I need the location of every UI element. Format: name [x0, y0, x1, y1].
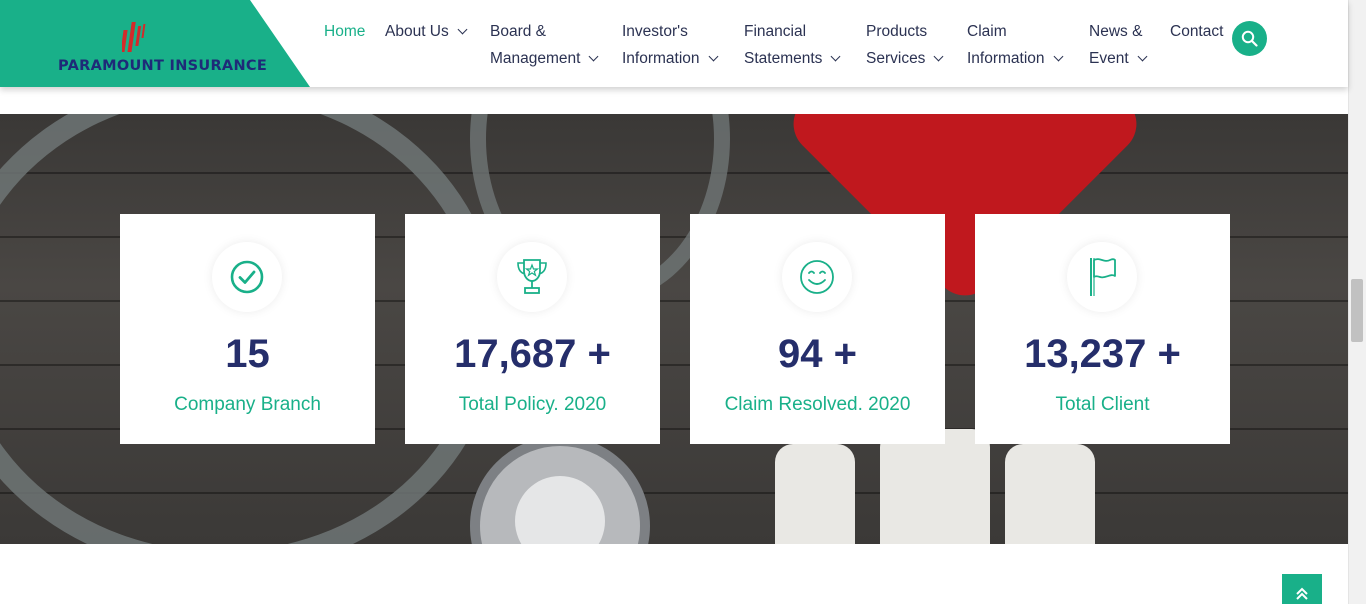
stat-icon-holder [782, 242, 852, 312]
chevron-down-icon [708, 51, 718, 62]
nav-board-management[interactable]: Board & Management [490, 18, 599, 72]
brand-name[interactable]: PARAMOUNT INSURANCE [58, 58, 267, 74]
nav-about-label: About Us [385, 23, 449, 40]
logo-mark-icon [122, 22, 146, 52]
nav-claim-label-2: Information [967, 50, 1045, 67]
stat-value: 17,687 + [454, 332, 611, 376]
search-icon [1241, 30, 1258, 47]
nav-investor-label-1: Investor's [622, 23, 688, 40]
stat-card-claims: 94 + Claim Resolved. 2020 [690, 214, 945, 444]
nav-news-label-1: News & [1089, 23, 1143, 40]
scrollbar-thumb[interactable] [1351, 279, 1363, 342]
nav-contact[interactable]: Contact [1170, 18, 1223, 45]
nav-investor-label-2: Information [622, 50, 700, 67]
search-button[interactable] [1232, 21, 1267, 56]
stat-card-policy: 17,687 + Total Policy. 2020 [405, 214, 660, 444]
flag-icon [1090, 258, 1116, 296]
nav-claim-information[interactable]: Claim Information [967, 18, 1063, 72]
stat-value: 13,237 + [1024, 332, 1181, 376]
nav-financial-label-1: Financial [744, 23, 807, 40]
chevron-down-icon [457, 24, 468, 35]
stat-value: 94 + [778, 332, 857, 376]
trophy-icon [517, 259, 547, 294]
chevron-down-icon [1137, 51, 1148, 62]
nav-products-label-2: Services [866, 50, 926, 67]
nav-financial-label-2: Statements [744, 50, 823, 67]
stat-label: Total Policy. 2020 [458, 394, 607, 415]
nav-financial-statements[interactable]: Financial Statements [744, 18, 841, 72]
nav-products-label-1: Products [866, 23, 928, 40]
nav-news-event[interactable]: News & Event [1089, 18, 1148, 72]
stat-value: 15 [225, 332, 270, 376]
nav-news-label-2: Event [1089, 50, 1129, 67]
stat-icon-holder [1067, 242, 1137, 312]
double-chevron-up-icon [1296, 587, 1308, 600]
nav-claim-label-1: Claim [967, 23, 1007, 40]
nav-home[interactable]: Home [324, 18, 365, 45]
stat-icon-holder [212, 242, 282, 312]
stat-icon-holder [497, 242, 567, 312]
stat-label: Total Client [1055, 394, 1150, 415]
nav-contact-label: Contact [1170, 23, 1224, 40]
stat-label: Company Branch [174, 394, 321, 415]
stat-label: Claim Resolved. 2020 [724, 394, 911, 415]
nav-investors-information[interactable]: Investor's Information [622, 18, 718, 72]
chevron-down-icon [1053, 51, 1063, 62]
nav-products-services[interactable]: Products Services [866, 18, 944, 72]
check-circle-icon [230, 260, 264, 294]
back-to-top-button[interactable] [1282, 574, 1322, 604]
nav-board-label-2: Management [490, 50, 581, 67]
site-header: PARAMOUNT INSURANCE Home About Us Board … [0, 0, 1348, 87]
stat-card-branch: 15 Company Branch [120, 214, 375, 444]
nav-board-label-1: Board & [490, 23, 547, 40]
nav-about-us[interactable]: About Us [385, 18, 468, 45]
smiley-icon [800, 260, 834, 294]
nav-home-label: Home [324, 23, 366, 40]
stat-card-clients: 13,237 + Total Client [975, 214, 1230, 444]
chevron-down-icon [589, 51, 599, 62]
chevron-down-icon [933, 51, 944, 62]
chevron-down-icon [830, 51, 841, 62]
